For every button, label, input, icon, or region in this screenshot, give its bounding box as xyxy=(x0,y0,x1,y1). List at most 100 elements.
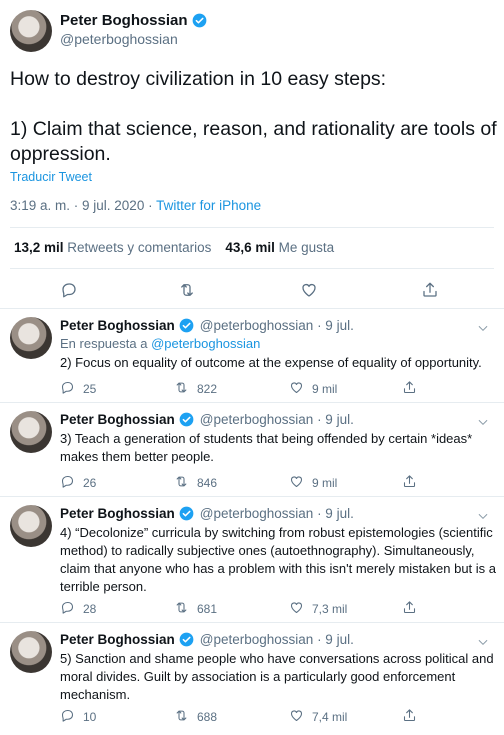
tweet-stats: 13,2 mil Retweets y comentarios 43,6 mil … xyxy=(14,240,334,255)
reply-count: 25 xyxy=(83,382,97,396)
main-tweet: Peter Boghossian @peterboghossian How to… xyxy=(0,0,504,309)
verified-badge-icon xyxy=(179,506,194,521)
reply-actions: 26 846 9 mil xyxy=(60,474,460,492)
like-action[interactable]: 9 mil xyxy=(289,380,337,398)
avatar[interactable] xyxy=(10,631,52,673)
reply-icon[interactable] xyxy=(60,281,78,304)
avatar[interactable] xyxy=(10,505,52,547)
author-handle-date[interactable]: @peterboghossian · 9 jul. xyxy=(200,412,354,427)
verified-badge-icon xyxy=(179,632,194,647)
reply-tweet[interactable]: Peter Boghossian @peterboghossian · 9 ju… xyxy=(0,497,504,623)
retweet-action[interactable]: 681 xyxy=(174,600,217,618)
divider xyxy=(10,227,494,228)
reply-header: Peter Boghossian @peterboghossian · 9 ju… xyxy=(60,632,354,647)
avatar[interactable] xyxy=(10,317,52,359)
like-count: 9 mil xyxy=(312,476,338,490)
author-handle[interactable]: @peterboghossian xyxy=(60,31,178,47)
reply-action[interactable]: 26 xyxy=(60,474,96,492)
like-icon[interactable] xyxy=(289,708,304,726)
like-action[interactable]: 7,4 mil xyxy=(289,708,347,726)
like-icon[interactable] xyxy=(289,600,304,618)
like-action[interactable]: 7,3 mil xyxy=(289,600,347,618)
retweet-action[interactable]: 688 xyxy=(174,708,217,726)
like-count: 9 mil xyxy=(312,382,338,396)
reply-actions: 28 681 7,3 mil xyxy=(60,600,460,618)
share-icon[interactable] xyxy=(421,281,439,304)
share-icon[interactable] xyxy=(402,380,417,398)
retweet-action[interactable]: 846 xyxy=(174,474,217,492)
author-name-text[interactable]: Peter Boghossian xyxy=(60,12,188,29)
tweet-source-link[interactable]: Twitter for iPhone xyxy=(156,198,261,213)
share-action[interactable] xyxy=(402,474,417,492)
tweet-meta: 3:19 a. m. · 9 jul. 2020 · Twitter for i… xyxy=(10,198,261,213)
like-icon[interactable] xyxy=(289,474,304,492)
author-name[interactable]: Peter Boghossian xyxy=(60,506,175,521)
in-reply-handle-link[interactable]: @peterboghossian xyxy=(151,336,260,351)
reply-icon[interactable] xyxy=(60,380,75,398)
share-icon[interactable] xyxy=(402,708,417,726)
reply-text: 5) Sanction and shame people who have co… xyxy=(60,651,494,702)
tweet-actions xyxy=(0,276,504,302)
reply-count: 28 xyxy=(83,602,97,616)
reply-action[interactable]: 10 xyxy=(60,708,96,726)
reply-icon[interactable] xyxy=(60,474,75,492)
divider xyxy=(10,268,494,269)
author-handle-date[interactable]: @peterboghossian · 9 jul. xyxy=(200,318,354,333)
share-icon[interactable] xyxy=(402,600,417,618)
reply-tweet[interactable]: Peter Boghossian @peterboghossian · 9 ju… xyxy=(0,309,504,403)
like-count: 7,3 mil xyxy=(312,602,348,616)
author-name[interactable]: Peter Boghossian xyxy=(60,12,207,29)
likes-count: 43,6 mil xyxy=(225,240,275,255)
author-handle-date[interactable]: @peterboghossian · 9 jul. xyxy=(200,506,354,521)
tweet-timestamp[interactable]: 3:19 a. m. · 9 jul. 2020 · xyxy=(10,198,156,213)
avatar[interactable] xyxy=(10,10,52,52)
retweet-icon[interactable] xyxy=(178,281,196,304)
retweet-action[interactable]: 822 xyxy=(174,380,217,398)
reply-actions: 25 822 9 mil xyxy=(60,380,460,398)
reply-icon[interactable] xyxy=(60,600,75,618)
like-icon[interactable] xyxy=(289,380,304,398)
reply-tweet[interactable]: Peter Boghossian @peterboghossian · 9 ju… xyxy=(0,623,504,733)
reply-header: Peter Boghossian @peterboghossian · 9 ju… xyxy=(60,506,354,521)
author-name[interactable]: Peter Boghossian xyxy=(60,632,175,647)
share-icon[interactable] xyxy=(402,474,417,492)
retweets-count: 13,2 mil xyxy=(14,240,64,255)
share-action[interactable] xyxy=(402,380,417,398)
retweet-icon[interactable] xyxy=(174,380,189,398)
likes-label: Me gusta xyxy=(278,240,335,255)
retweet-icon[interactable] xyxy=(174,600,189,618)
verified-badge-icon xyxy=(179,318,194,333)
likes-stat[interactable]: 43,6 mil Me gusta xyxy=(225,240,334,255)
retweet-count: 688 xyxy=(197,710,218,724)
share-action[interactable] xyxy=(402,708,417,726)
retweet-count: 822 xyxy=(197,382,218,396)
retweet-count: 846 xyxy=(197,476,218,490)
retweet-icon[interactable] xyxy=(174,708,189,726)
like-icon[interactable] xyxy=(300,281,318,304)
reply-action[interactable]: 28 xyxy=(60,600,96,618)
like-action[interactable]: 9 mil xyxy=(289,474,337,492)
translate-tweet-link[interactable]: Traducir Tweet xyxy=(10,170,92,184)
author-name[interactable]: Peter Boghossian xyxy=(60,412,175,427)
tweet-line-2: 1) Claim that science, reason, and ratio… xyxy=(10,118,497,165)
reply-count: 10 xyxy=(83,710,97,724)
share-action[interactable] xyxy=(402,600,417,618)
reply-text: 2) Focus on equality of outcome at the e… xyxy=(60,355,482,370)
in-reply-to: En respuesta a @peterboghossian xyxy=(60,336,260,351)
retweet-icon[interactable] xyxy=(174,474,189,492)
reply-icon[interactable] xyxy=(60,708,75,726)
reply-header: Peter Boghossian @peterboghossian · 9 ju… xyxy=(60,318,354,333)
reply-action[interactable]: 25 xyxy=(60,380,96,398)
reply-text: 3) Teach a generation of students that b… xyxy=(60,431,473,464)
in-reply-prefix: En respuesta a xyxy=(60,336,152,351)
reply-header: Peter Boghossian @peterboghossian · 9 ju… xyxy=(60,412,354,427)
reply-actions: 10 688 7,4 mil xyxy=(60,708,460,726)
author-handle-date[interactable]: @peterboghossian · 9 jul. xyxy=(200,632,354,647)
verified-badge-icon xyxy=(179,412,194,427)
retweet-count: 681 xyxy=(197,602,218,616)
reply-tweet[interactable]: Peter Boghossian @peterboghossian · 9 ju… xyxy=(0,403,504,497)
author-name[interactable]: Peter Boghossian xyxy=(60,318,175,333)
retweets-stat[interactable]: 13,2 mil Retweets y comentarios xyxy=(14,240,211,255)
chevron-down-icon[interactable] xyxy=(476,321,490,340)
avatar[interactable] xyxy=(10,411,52,453)
